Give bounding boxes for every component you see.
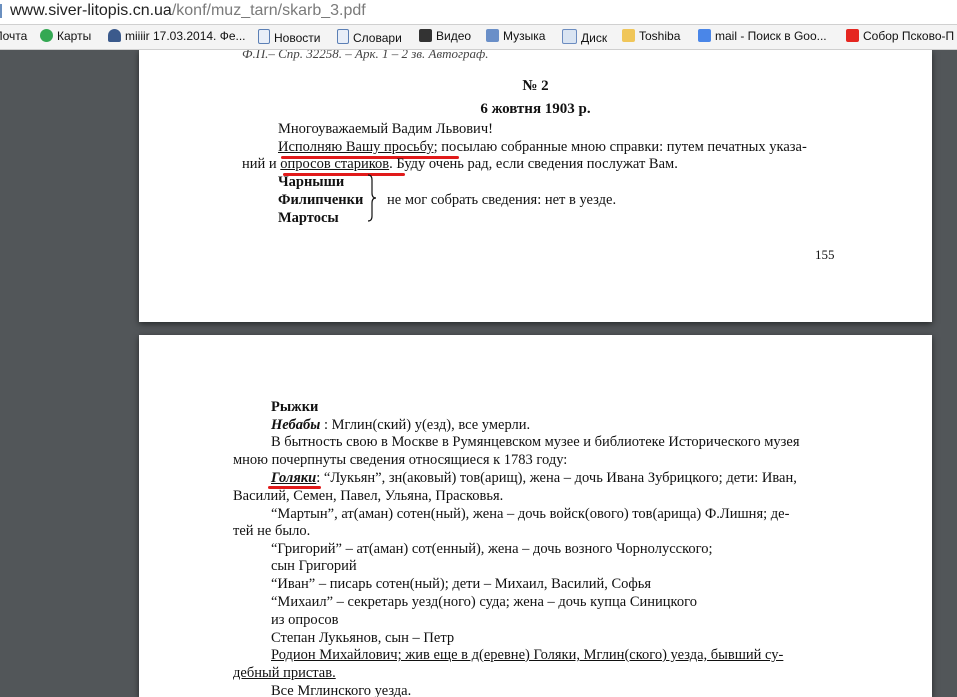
- line-golyaki: Голяки: “Лукьян”, зн(аковый) тов(арищ), …: [271, 470, 797, 486]
- text-line: из опросов: [271, 612, 339, 628]
- page-icon: [337, 29, 349, 44]
- name-golyaki: Голяки: [271, 470, 317, 486]
- village-filipchenki: Филипченки: [278, 192, 364, 208]
- page-number: 155: [815, 247, 835, 262]
- pdf-page-155: Ф.П.– Спр. 32258. – Арк. 1 – 2 зв. Автог…: [139, 50, 932, 322]
- pdf-page-156: Рыжки Небабы : Мглин(ский) у(езд), все у…: [139, 335, 932, 697]
- paragraph-1: Исполняю Вашу просьбу; посылаю собранные…: [278, 139, 807, 155]
- curly-brace-icon: [367, 174, 377, 222]
- text-line: мною почерпнуты сведения относящиеся к 1…: [233, 452, 568, 468]
- bookmark-miiiir[interactable]: miiiir 17.03.2014. Фе...: [108, 29, 246, 43]
- bookmark-toshiba[interactable]: Toshiba: [622, 29, 680, 43]
- underlined-request: Исполняю Вашу просьбу: [278, 139, 434, 155]
- bookmark-disk[interactable]: Диск: [562, 29, 607, 45]
- villages-note: не мог собрать сведения: нет в уезде.: [387, 192, 617, 208]
- bookmark-sobor[interactable]: Собор Псково-П: [846, 29, 954, 43]
- cut-off-citation: Ф.П.– Спр. 32258. – Арк. 1 – 2 зв. Автог…: [242, 50, 489, 61]
- maps-icon: [40, 29, 53, 42]
- text-line: “Михаил” – секретарь уезд(ного) суда; же…: [271, 594, 697, 610]
- text-line: В бытность свою в Москве в Румянцевском …: [271, 434, 800, 450]
- bookmark-pochta[interactable]: Почта: [0, 29, 27, 43]
- text-line: Все Мглинского уезда.: [271, 683, 412, 697]
- village-martosy: Мартосы: [278, 210, 339, 226]
- letter-number: № 2: [522, 78, 549, 94]
- letter-date: 6 жовтня 1903 р.: [480, 101, 591, 117]
- person-icon: [108, 29, 121, 42]
- text-line: Василий, Семен, Павел, Ульяна, Прасковья…: [233, 488, 504, 504]
- underlined-line: дебный пристав.: [233, 665, 336, 681]
- bookmark-slovari[interactable]: Словари: [337, 29, 402, 45]
- paragraph-2: ний и опросов стариков. Буду очень рад, …: [242, 156, 678, 172]
- underlined-line: Родион Михайлович; жив еще в д(еревне) Г…: [271, 647, 784, 663]
- play-icon: [419, 29, 432, 42]
- greeting: Многоуважаемый Вадим Львович!: [278, 121, 493, 137]
- address-bar-edge: [0, 4, 8, 18]
- village-charnyshi: Чарныши: [278, 174, 345, 190]
- google-icon: [698, 29, 711, 42]
- mail-icon: [562, 29, 577, 44]
- bookmark-google-search[interactable]: mail - Поиск в Goo...: [698, 29, 827, 43]
- bookmark-karty[interactable]: Карты: [40, 29, 91, 43]
- name-nebaby: Небабы: [271, 417, 321, 433]
- text-line: “Григорий” – ат(аман) сот(енный), жена –…: [271, 541, 713, 557]
- line-nebaby: Небабы : Мглин(ский) у(езд), все умерли.: [271, 417, 531, 433]
- bookmark-video[interactable]: Видео: [419, 29, 471, 43]
- text-line: тей не было.: [233, 523, 311, 539]
- pdf-viewer[interactable]: Ф.П.– Спр. 32258. – Арк. 1 – 2 зв. Автог…: [0, 50, 957, 697]
- url-text[interactable]: www.siver-litopis.cn.ua/konf/muz_tarn/sk…: [10, 2, 366, 20]
- text-line: Степан Лукьянов, сын – Петр: [271, 630, 455, 646]
- bookmarks-bar: Почта Карты miiiir 17.03.2014. Фе... Нов…: [0, 25, 957, 50]
- yandex-icon: [846, 29, 859, 42]
- heading-ryzhki: Рыжки: [271, 399, 319, 415]
- page-icon: [258, 29, 270, 44]
- underlined-surveys: опросов стариков: [280, 156, 390, 172]
- audio-icon: [486, 29, 499, 42]
- bookmark-novosti[interactable]: Новости: [258, 29, 320, 45]
- text-line: “Иван” – писарь сотен(ный); дети – Михаи…: [271, 576, 652, 592]
- address-bar[interactable]: www.siver-litopis.cn.ua/konf/muz_tarn/sk…: [0, 0, 957, 25]
- bookmark-muzyka[interactable]: Музыка: [486, 29, 545, 43]
- folder-icon: [622, 29, 635, 42]
- text-line: “Мартын”, ат(аман) сотен(ный), жена – до…: [271, 506, 790, 522]
- text-line: сын Григорий: [271, 558, 357, 574]
